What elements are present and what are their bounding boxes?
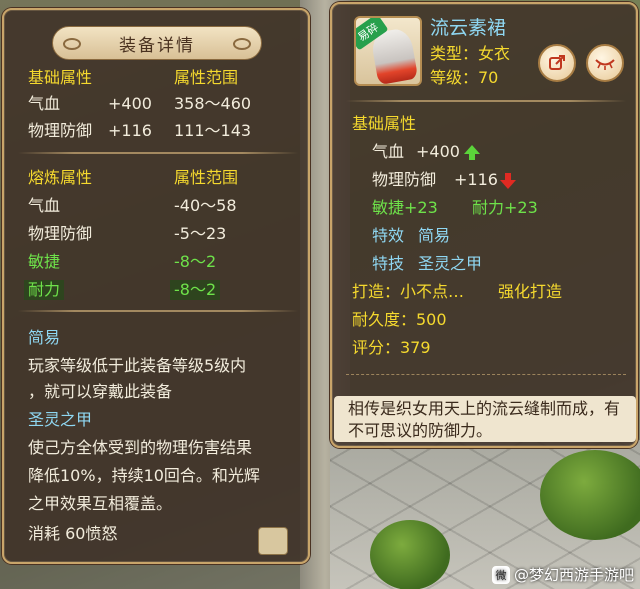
- refine-row-name: 物理防御: [28, 224, 93, 243]
- watermark-text: @梦幻西游手游吧: [513, 566, 634, 584]
- refine-row-range: -40～58: [174, 196, 237, 215]
- section-divider: [18, 310, 298, 312]
- special-skill-name: 圣灵之甲: [28, 410, 93, 429]
- section-divider: [346, 374, 626, 375]
- refine-row-range: -5～23: [174, 224, 227, 243]
- chat-log-icon[interactable]: [258, 527, 288, 555]
- maker-info: 打造：小不点…: [352, 282, 465, 301]
- bonus-agility: 敏捷+23: [372, 198, 438, 217]
- stat-name: 气血: [372, 142, 405, 161]
- base-attr-header: 基础属性: [28, 68, 93, 87]
- refine-row-range: -8～2: [170, 280, 221, 300]
- base-attr-header: 基础属性: [352, 114, 417, 133]
- item-tooltip-panel: 易碎 流云素裙 类型：女衣 等级：70 基础属性 气血 +400 物理防御 +1…: [330, 2, 638, 448]
- refine-range-header: 属性范围: [174, 168, 239, 187]
- durability: 耐久度：500: [352, 310, 447, 329]
- effect-label: 特效: [372, 226, 405, 245]
- scene-bush: [540, 450, 640, 540]
- refine-row-name: 气血: [28, 196, 61, 215]
- skill-value: 圣灵之甲: [418, 254, 483, 273]
- title-ornament-icon: [63, 38, 81, 50]
- share-button[interactable]: [538, 44, 576, 82]
- base-row-range: 358～460: [174, 94, 252, 113]
- special-effect-desc: ，就可以穿戴此装备: [28, 382, 173, 401]
- eye-closed-icon: [595, 59, 615, 70]
- panel-title: 装备详情: [119, 35, 195, 56]
- refine-row-range: -8～2: [174, 252, 217, 271]
- base-row-value: +400: [108, 94, 152, 113]
- item-name: 流云素裙: [430, 17, 507, 39]
- base-row-range: 111～143: [174, 121, 252, 140]
- enhance-craft: 强化打造: [498, 282, 563, 301]
- stat-value: +116: [454, 170, 498, 189]
- effect-value: 简易: [418, 226, 451, 245]
- equipment-detail-panel: 装备详情 基础属性 属性范围 气血 +400 358～460 物理防御 +116…: [2, 8, 310, 564]
- weibo-logo-icon: 微: [491, 565, 510, 584]
- section-divider: [18, 152, 298, 154]
- refine-attr-header: 熔炼属性: [28, 168, 93, 187]
- base-range-header: 属性范围: [174, 68, 239, 87]
- skill-label: 特技: [372, 254, 405, 273]
- refine-row-name: 敏捷: [28, 252, 61, 271]
- base-row-value: +116: [108, 121, 152, 140]
- special-skill-desc: 降低10%，持续10回合。和光辉: [28, 466, 260, 485]
- special-effect-desc: 玩家等级低于此装备等级5级内: [28, 356, 247, 375]
- watermark: 微 @梦幻西游手游吧: [491, 564, 634, 585]
- stat-value: +400: [416, 142, 460, 161]
- title-ornament-icon: [233, 38, 251, 50]
- base-row-name: 气血: [28, 94, 61, 113]
- refine-row-name: 耐力: [24, 280, 65, 300]
- scene-bush: [370, 520, 450, 589]
- stat-name: 物理防御: [372, 170, 437, 189]
- special-skill-desc: 使己方全体受到的物理伤害结果: [28, 438, 253, 457]
- special-skill-cost: 消耗 60愤怒: [28, 524, 118, 543]
- item-type: 类型：女衣: [430, 44, 511, 63]
- arrow-up-icon: [464, 145, 480, 160]
- bonus-endurance: 耐力+23: [472, 198, 538, 217]
- item-icon-frame: 易碎: [354, 16, 422, 86]
- section-divider: [346, 100, 626, 102]
- special-effect-name: 简易: [28, 328, 61, 347]
- panel-title-bar: 装备详情: [52, 26, 262, 60]
- score: 评分：379: [352, 338, 431, 357]
- share-icon: [549, 55, 565, 70]
- hide-button[interactable]: [586, 44, 624, 82]
- arrow-down-icon: [500, 173, 516, 189]
- base-row-name: 物理防御: [28, 121, 93, 140]
- item-level: 等级：70: [430, 68, 499, 87]
- special-skill-desc: 之甲效果互相覆盖。: [28, 494, 173, 513]
- item-description: 相传是织女用天上的流云缝制而成，有不可思议的防御力。: [334, 396, 636, 442]
